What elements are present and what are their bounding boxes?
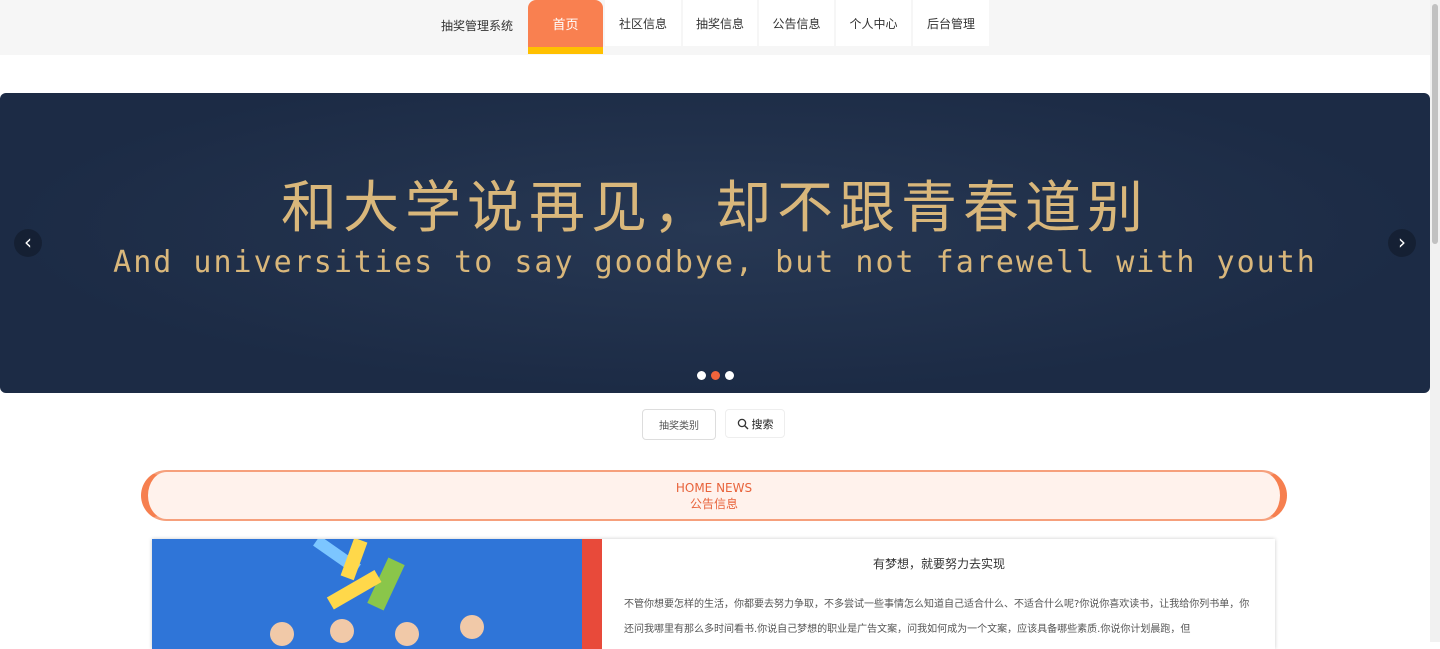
- banner-title: 和大学说再见，却不跟青春道别: [281, 176, 1149, 241]
- news-body: 有梦想，就要努力去实现 不管你想要怎样的生活，你都要去努力争取，不多尝试一些事情…: [624, 555, 1254, 642]
- nav-item-announcements[interactable]: 公告信息: [759, 0, 834, 46]
- section-title-cn: 公告信息: [689, 497, 738, 511]
- carousel-dot-active[interactable]: [711, 371, 720, 380]
- nav-item-home[interactable]: 首页: [528, 0, 603, 54]
- news-title[interactable]: 有梦想，就要努力去实现: [624, 555, 1254, 572]
- news-image[interactable]: [152, 539, 602, 649]
- search-button[interactable]: 搜索: [725, 409, 785, 438]
- chevron-right-icon[interactable]: ›: [1388, 229, 1416, 257]
- section-title-en: HOME NEWS: [675, 481, 753, 495]
- hero-carousel: 和大学说再见，却不跟青春道别 And universities to say g…: [0, 93, 1430, 393]
- carousel-dot[interactable]: [697, 371, 706, 380]
- carousel-dot[interactable]: [725, 371, 734, 380]
- nav-item-profile[interactable]: 个人中心: [836, 0, 911, 46]
- nav-item-lottery[interactable]: 抽奖信息: [683, 0, 757, 46]
- top-header: 抽奖管理系统 首页 社区信息 抽奖信息 公告信息 个人中心 后台管理: [0, 0, 1430, 55]
- news-card[interactable]: 有梦想，就要努力去实现 不管你想要怎样的生活，你都要去努力争取，不多尝试一些事情…: [152, 539, 1275, 649]
- section-header-news: HOME NEWS 公告信息: [141, 470, 1287, 521]
- search-button-label: 搜索: [751, 417, 774, 431]
- chevron-left-icon[interactable]: ‹: [14, 229, 42, 257]
- nav-item-community[interactable]: 社区信息: [605, 0, 681, 46]
- news-excerpt: 不管你想要怎样的生活，你都要去努力争取，不多尝试一些事情怎么知道自己适合什么、不…: [624, 599, 1250, 635]
- search-icon: [737, 418, 748, 429]
- site-brand[interactable]: 抽奖管理系统: [441, 17, 513, 34]
- page-scrollbar[interactable]: [1430, 0, 1440, 642]
- nav-item-admin[interactable]: 后台管理: [913, 0, 989, 46]
- category-select[interactable]: 抽奖类别: [642, 409, 716, 440]
- scrollbar-thumb[interactable]: [1432, 4, 1438, 244]
- main-nav: 首页 社区信息 抽奖信息 公告信息 个人中心 后台管理: [528, 0, 991, 55]
- banner-subtitle: And universities to say goodbye, but not…: [113, 245, 1317, 280]
- carousel-indicators: [697, 371, 734, 380]
